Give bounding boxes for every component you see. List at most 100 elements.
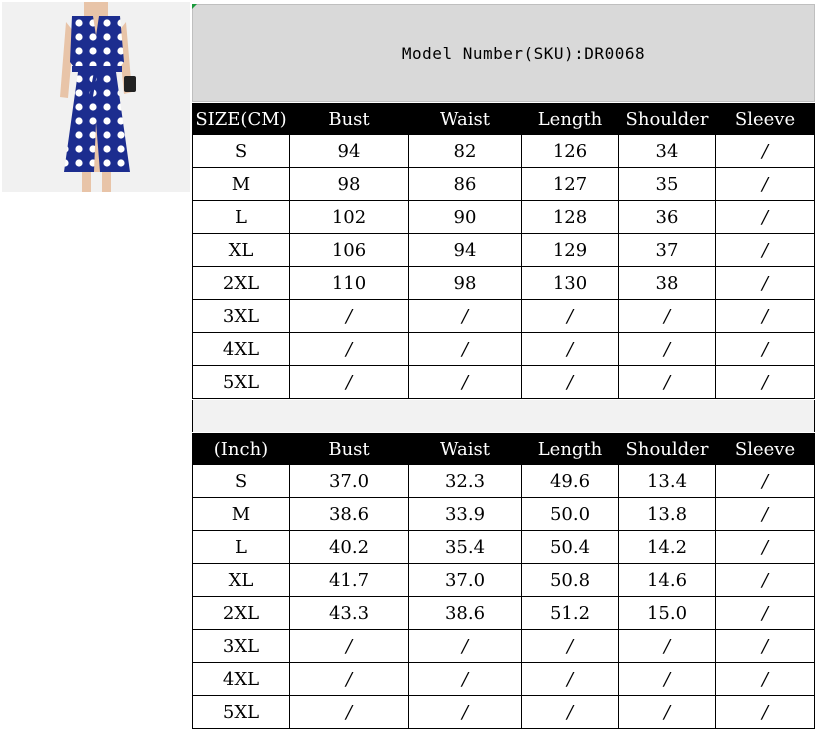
sleeve-cell: / (715, 662, 815, 696)
bust-cell: / (289, 695, 409, 729)
table-row: S 37.0 32.3 49.6 13.4/ (192, 464, 815, 498)
sleeve-cell: / (715, 464, 815, 498)
length-cell: / (521, 629, 619, 663)
bust-cell: 94 (289, 134, 409, 168)
size-cell: M (192, 497, 290, 531)
table-row: XL 41.7 37.0 50.8 14.6/ (192, 563, 815, 597)
size-cell: L (192, 530, 290, 564)
waist-cell: / (408, 299, 522, 333)
shoulder-cell: 37 (618, 233, 716, 267)
shoulder-cell: / (618, 662, 716, 696)
sleeve-cell: / (715, 167, 815, 201)
cell-marker (192, 4, 197, 9)
table-row: M 38.6 33.9 50.0 13.8/ (192, 497, 815, 531)
shoulder-cell: 38 (618, 266, 716, 300)
bust-cell: / (289, 299, 409, 333)
shoulder-cell: 13.8 (618, 497, 716, 531)
shoulder-cell: / (618, 332, 716, 366)
table-row: L 102 90 128 36/ (192, 200, 815, 234)
waist-cell: 94 (408, 233, 522, 267)
shoulder-cell: 15.0 (618, 596, 716, 630)
bust-cell: 102 (289, 200, 409, 234)
size-cell: 5XL (192, 695, 290, 729)
length-cell: 50.0 (521, 497, 619, 531)
size-cell: XL (192, 563, 290, 597)
size-cell: 4XL (192, 662, 290, 696)
sleeve-cell: / (715, 134, 815, 168)
sleeve-cell: / (715, 530, 815, 564)
table-row: 5XL / / / / / (192, 365, 815, 399)
sleeve-cell: / (715, 695, 815, 729)
table-row: 3XL / / / / / (192, 629, 815, 663)
column-header-size: (Inch) (192, 433, 290, 465)
size-cell: XL (192, 233, 290, 267)
header-row: (Inch) Bust Waist Length Shoulder Sleeve (192, 433, 815, 465)
waist-cell: 37.0 (408, 563, 522, 597)
shoulder-cell: / (618, 299, 716, 333)
table-row: 4XL / / / / / (192, 662, 815, 696)
sleeve-cell: / (715, 200, 815, 234)
sleeve-cell: / (715, 266, 815, 300)
shoulder-cell: 14.6 (618, 563, 716, 597)
bust-cell: 98 (289, 167, 409, 201)
bust-cell: / (289, 332, 409, 366)
model-number-banner: Model Number(SKU):DR0068 (192, 4, 815, 102)
waist-cell: / (408, 662, 522, 696)
shoulder-cell: 35 (618, 167, 716, 201)
waist-cell: 35.4 (408, 530, 522, 564)
length-cell: 51.2 (521, 596, 619, 630)
waist-cell: 90 (408, 200, 522, 234)
model-number-label: Model Number(SKU):DR0068 (401, 43, 646, 63)
length-cell: 49.6 (521, 464, 619, 498)
shoulder-cell: / (618, 629, 716, 663)
column-header-size: SIZE(CM) (192, 103, 290, 135)
length-cell: 128 (521, 200, 619, 234)
size-cell: 3XL (192, 629, 290, 663)
size-cell: 5XL (192, 365, 290, 399)
table-row: S 94 82 126 34/ (192, 134, 815, 168)
bust-cell: / (289, 365, 409, 399)
bust-cell: / (289, 662, 409, 696)
size-cell: 4XL (192, 332, 290, 366)
length-cell: 50.8 (521, 563, 619, 597)
length-cell: / (521, 695, 619, 729)
column-header-shoulder: Shoulder (618, 103, 716, 135)
waist-cell: 32.3 (408, 464, 522, 498)
header-row: SIZE(CM) Bust Waist Length Shoulder Slee… (192, 103, 815, 135)
size-cell: S (192, 464, 290, 498)
waist-cell: / (408, 332, 522, 366)
size-table-cm: SIZE(CM) Bust Waist Length Shoulder Slee… (192, 103, 815, 399)
shoulder-cell: 36 (618, 200, 716, 234)
column-header-waist: Waist (408, 433, 522, 465)
length-cell: / (521, 332, 619, 366)
bust-cell: 43.3 (289, 596, 409, 630)
table-row: XL 106 94 129 37/ (192, 233, 815, 267)
length-cell: / (521, 365, 619, 399)
column-header-sleeve: Sleeve (715, 103, 815, 135)
sleeve-cell: / (715, 629, 815, 663)
size-cell: S (192, 134, 290, 168)
bust-cell: / (289, 629, 409, 663)
size-cell: L (192, 200, 290, 234)
bust-cell: 40.2 (289, 530, 409, 564)
length-cell: 50.4 (521, 530, 619, 564)
sleeve-cell: / (715, 299, 815, 333)
waist-cell: 33.9 (408, 497, 522, 531)
column-header-waist: Waist (408, 103, 522, 135)
table-row: 2XL 43.3 38.6 51.2 15.0/ (192, 596, 815, 630)
shoulder-cell: 14.2 (618, 530, 716, 564)
size-cell: 2XL (192, 266, 290, 300)
length-cell: 130 (521, 266, 619, 300)
bust-cell: 106 (289, 233, 409, 267)
size-table-inch: (Inch) Bust Waist Length Shoulder Sleeve… (192, 433, 815, 729)
length-cell: 129 (521, 233, 619, 267)
table-spacer (192, 400, 815, 432)
table-row: 2XL 110 98 130 38/ (192, 266, 815, 300)
bust-cell: 38.6 (289, 497, 409, 531)
sleeve-cell: / (715, 233, 815, 267)
shoulder-cell: / (618, 365, 716, 399)
sleeve-cell: / (715, 365, 815, 399)
column-header-bust: Bust (289, 433, 409, 465)
waist-cell: 86 (408, 167, 522, 201)
sleeve-cell: / (715, 497, 815, 531)
